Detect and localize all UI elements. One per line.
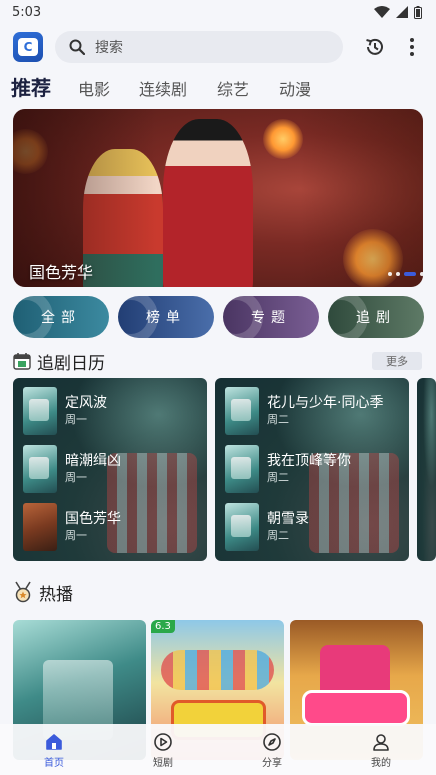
category-topics-button[interactable]: 专题: [223, 296, 319, 338]
search-placeholder: 搜索: [95, 40, 123, 56]
nav-home-label: 首页: [44, 758, 64, 769]
category-all-button[interactable]: 全部: [13, 296, 109, 338]
play-circle-icon: [154, 733, 172, 751]
search-icon: [69, 39, 85, 55]
calendar-more-button[interactable]: 更多: [372, 352, 422, 370]
status-icons: [374, 5, 422, 19]
calendar-item[interactable]: 花儿与少年·同心季 周二: [225, 387, 383, 435]
hot-card-art: [161, 650, 274, 690]
calendar-section-header: 追剧日历: [13, 348, 105, 374]
calendar-item[interactable]: 我在顶峰等你 周二: [225, 445, 351, 493]
drama-thumbnail: [225, 503, 259, 551]
battery-icon: [414, 5, 422, 19]
banner-dot-active: [404, 272, 416, 276]
featured-banner[interactable]: 国色芳华: [13, 109, 423, 287]
nav-share[interactable]: 分享: [242, 732, 302, 769]
drama-day: 周一: [65, 471, 87, 484]
drama-thumbnail: [23, 387, 57, 435]
hot-card-art: [302, 690, 410, 726]
nav-short-drama-label: 短剧: [153, 758, 173, 769]
category-ranking-button[interactable]: 榜单: [118, 296, 214, 338]
calendar-card-next[interactable]: [417, 378, 436, 561]
drama-name: 定风波: [65, 395, 107, 411]
medal-icon: [15, 581, 31, 603]
nav-short-drama[interactable]: 短剧: [133, 732, 193, 769]
wifi-icon: [374, 6, 390, 18]
drama-thumbnail: [23, 445, 57, 493]
nav-home[interactable]: 首页: [24, 732, 84, 769]
banner-dot: [388, 272, 392, 276]
drama-thumbnail: [23, 503, 57, 551]
bottom-navigation: 首页 短剧 分享 我的: [0, 724, 436, 775]
status-bar: 5:03: [0, 0, 436, 24]
calendar-title: 追剧日历: [37, 353, 105, 374]
tab-anime[interactable]: 动漫: [279, 76, 311, 100]
category-buttons: 全部 榜单 专题 追剧: [13, 296, 436, 338]
search-input[interactable]: 搜索: [55, 31, 343, 63]
calendar-item[interactable]: 定风波 周一: [23, 387, 107, 435]
signal-icon: [396, 6, 408, 18]
drama-day: 周二: [267, 529, 289, 542]
category-follow-button[interactable]: 追剧: [328, 296, 424, 338]
status-time: 5:03: [12, 4, 42, 20]
hot-title: 热播: [39, 584, 73, 605]
calendar-item[interactable]: 国色芳华 周一: [23, 503, 121, 551]
banner-dot: [396, 272, 400, 276]
rating-badge: 6.3: [151, 620, 175, 633]
drama-day: 周一: [65, 529, 87, 542]
tab-variety[interactable]: 综艺: [217, 76, 249, 100]
app-logo[interactable]: C: [13, 32, 43, 62]
home-icon: [46, 734, 62, 750]
drama-day: 周二: [267, 413, 289, 426]
category-tabs: 推荐 电影 连续剧 综艺 动漫: [0, 70, 436, 102]
drama-name: 朝雪录: [267, 511, 309, 527]
nav-profile[interactable]: 我的: [351, 732, 411, 769]
drama-thumbnail: [225, 387, 259, 435]
drama-name: 花儿与少年·同心季: [267, 395, 384, 411]
calendar-icon: [13, 353, 31, 370]
calendar-card-monday: 定风波 周一 暗潮缉凶 周一 国色芳华 周一: [13, 378, 207, 561]
drama-thumbnail: [225, 445, 259, 493]
banner-pagination: [388, 272, 423, 276]
drama-name: 我在顶峰等你: [267, 453, 351, 469]
calendar-item[interactable]: 暗潮缉凶 周一: [23, 445, 121, 493]
top-bar: C 搜索: [0, 28, 436, 66]
tab-movies[interactable]: 电影: [78, 76, 110, 100]
more-options-icon[interactable]: [405, 36, 419, 58]
tab-recommend[interactable]: 推荐: [11, 72, 51, 101]
drama-day: 周二: [267, 471, 289, 484]
drama-name: 暗潮缉凶: [65, 453, 121, 469]
user-icon: [373, 734, 389, 751]
hot-section-header: 热播: [13, 579, 73, 605]
nav-profile-label: 我的: [371, 758, 391, 769]
history-icon[interactable]: [364, 36, 386, 58]
banner-title: 国色芳华: [29, 263, 94, 282]
calendar-item[interactable]: 朝雪录 周二: [225, 503, 309, 551]
tab-series[interactable]: 连续剧: [139, 76, 187, 100]
calendar-card-tuesday: 花儿与少年·同心季 周二 我在顶峰等你 周二 朝雪录 周二: [215, 378, 409, 561]
compass-icon: [263, 733, 281, 751]
drama-name: 国色芳华: [65, 511, 121, 527]
nav-share-label: 分享: [262, 758, 282, 769]
banner-dot: [420, 272, 423, 276]
drama-day: 周一: [65, 413, 87, 426]
